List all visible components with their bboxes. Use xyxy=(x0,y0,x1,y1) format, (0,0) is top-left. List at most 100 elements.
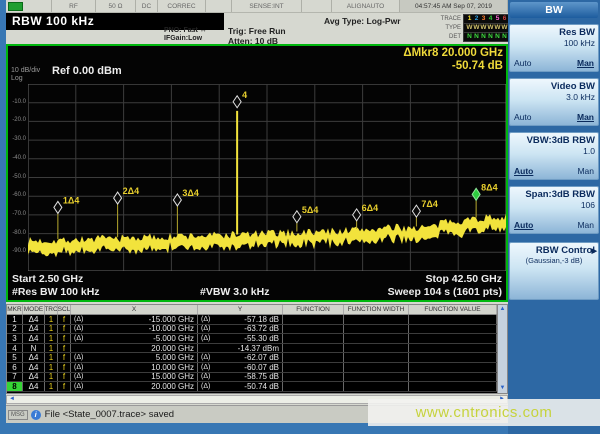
softkey-man-option[interactable]: Man xyxy=(577,58,594,68)
marker-cell: f xyxy=(58,315,71,324)
trace-block-label: TYPE xyxy=(445,24,461,31)
trace-block-label: TRACE xyxy=(440,15,461,22)
marker-y-value: -60.07 dB xyxy=(244,362,279,372)
trace-block-value: W xyxy=(480,23,487,31)
ref-level: Ref 0.00 dBm xyxy=(52,65,122,77)
status-datetime: 04:57:45 AM Sep 07, 2019 xyxy=(400,0,508,12)
vbw-annotation: #VBW 3.0 kHz xyxy=(200,286,270,298)
softkey-span-3db-rbw[interactable]: Span:3dB RBW 106 Auto Man xyxy=(509,186,599,234)
scroll-up-icon[interactable]: ▲ xyxy=(500,305,506,314)
marker-table-row[interactable]: 7 Δ4 1 f (Δ) 15.000 GHz (Δ) -58.75 dB xyxy=(7,372,497,383)
marker-x-value: 20.000 GHz xyxy=(151,343,194,353)
marker-cell xyxy=(409,382,497,391)
softkey-vbw-3db-rbw[interactable]: VBW:3dB RBW 1.0 Auto Man xyxy=(509,132,599,180)
status-segment: DC xyxy=(136,0,158,12)
marker-y-prefix: (Δ) xyxy=(201,325,211,333)
marker-cell xyxy=(409,343,497,353)
svg-text:6Δ4: 6Δ4 xyxy=(362,203,378,213)
softkey-value: 106 xyxy=(580,200,595,210)
trace-block-value: W xyxy=(466,23,473,31)
marker-cell xyxy=(283,353,344,362)
softkey-auto-option[interactable]: Auto xyxy=(514,220,533,230)
trace-block-value: N xyxy=(488,32,493,40)
spectrum-trace-svg: 1Δ4 2Δ4 3Δ4 4 5Δ4 6Δ4 7Δ4 8Δ4 xyxy=(27,83,507,272)
status-segment xyxy=(6,0,52,12)
marker-cell: (Δ) -55.30 dB xyxy=(198,334,283,343)
marker-table-row[interactable]: 2 Δ4 1 f (Δ) -10.000 GHz (Δ) -63.72 dB xyxy=(7,324,497,335)
scroll-left-icon[interactable]: ◄ xyxy=(7,396,17,403)
marker-y-value: -63.72 dB xyxy=(244,324,279,334)
marker-table-row[interactable]: 6 Δ4 1 f (Δ) 10.000 GHz (Δ) -60.07 dB xyxy=(7,362,497,373)
marker-cell: (Δ) -10.000 GHz xyxy=(71,324,198,334)
marker-cell: f xyxy=(58,343,71,353)
marker-cell xyxy=(409,334,497,343)
marker-table-row[interactable]: 5 Δ4 1 f (Δ) 5.000 GHz (Δ) -62.07 dB xyxy=(7,353,497,363)
softkey-man-option[interactable]: Man xyxy=(577,220,594,230)
marker-cell: 1 xyxy=(45,324,58,334)
trace-block-value: 1 xyxy=(467,14,472,22)
trace-block-value: N xyxy=(495,32,500,40)
marker-cell: Δ4 xyxy=(23,382,45,391)
softkey-label: Span:3dB RBW xyxy=(525,189,595,200)
softkey-auto-option[interactable]: Auto xyxy=(514,58,532,68)
softkey-value: 3.0 kHz xyxy=(566,92,595,102)
marker-cell xyxy=(344,334,409,343)
marker-cell: (Δ) -57.18 dB xyxy=(198,315,283,324)
marker-x-value: 15.000 GHz xyxy=(151,372,194,382)
softkey-man-option[interactable]: Man xyxy=(577,112,594,122)
softkey-auto-option[interactable]: Auto xyxy=(514,112,532,122)
softkey-value: 1.0 xyxy=(583,146,595,156)
info-icon: i xyxy=(30,409,41,420)
softkey-res-bw[interactable]: Res BW 100 kHz Auto Man xyxy=(509,24,599,72)
softkey-auto-option[interactable]: Auto xyxy=(514,166,533,176)
marker-cell xyxy=(344,362,409,372)
marker-table: MKR MODE TRC SCL X Y FUNCTION FUNCTION WIDTH FUN… xyxy=(6,304,508,394)
y-axis-label: -30.0 xyxy=(12,136,26,143)
marker-table-row[interactable]: 1 Δ4 1 f (Δ) -15.000 GHz (Δ) -57.18 dB xyxy=(7,315,497,325)
marker-cell: (Δ) -50.74 dB xyxy=(198,382,283,391)
marker-table-row[interactable]: 4 N 1 f 20.000 GHz -14.37 dBm xyxy=(7,343,497,354)
svg-text:5Δ4: 5Δ4 xyxy=(302,205,318,215)
y-axis-label: -50.0 xyxy=(12,173,26,180)
submenu-arrow-icon: ▶ xyxy=(591,248,597,255)
marker-cell: 1 xyxy=(45,353,58,362)
softkey-value: 100 kHz xyxy=(563,38,595,48)
scroll-down-icon[interactable]: ▼ xyxy=(500,384,506,393)
status-segment xyxy=(206,0,232,12)
trace-block-values: NNNNNN xyxy=(463,31,511,42)
softkey-rbw-control[interactable]: RBW Control ▶ (Gaussian,-3 dB) xyxy=(509,242,599,300)
trace-block-value: W xyxy=(487,23,494,31)
marker-table-scrollbar[interactable]: ▲ ▼ xyxy=(497,305,507,393)
marker-cell: 7 xyxy=(7,372,23,382)
marker-cell: (Δ) -60.07 dB xyxy=(198,362,283,372)
status-segment: RF xyxy=(52,0,96,12)
softkey-video-bw[interactable]: Video BW 3.0 kHz Auto Man xyxy=(509,78,599,126)
marker-cell: 8 xyxy=(7,382,23,391)
svg-text:3Δ4: 3Δ4 xyxy=(182,188,198,198)
trace-block-value: 4 xyxy=(488,14,493,22)
marker-cell: 6 xyxy=(7,362,23,372)
marker-cell: 1 xyxy=(45,372,58,382)
softkey-man-option[interactable]: Man xyxy=(577,166,594,176)
trace-block-value: 6 xyxy=(502,14,507,22)
marker-table-column-header: X xyxy=(71,305,198,314)
watermark: www.cntronics.com xyxy=(368,399,600,426)
marker-y-prefix: (Δ) xyxy=(201,382,211,390)
scale-type: Log xyxy=(11,75,23,82)
marker-cell xyxy=(409,372,497,382)
trace-block-value: W xyxy=(473,23,480,31)
measurement-header: RBW 100 kHz PNO: Fast ↔ IFGain:Low Trig:… xyxy=(6,13,511,46)
y-axis-label: -10.0 xyxy=(12,98,26,105)
marker-cell: 3 xyxy=(7,334,23,343)
start-freq: Start 2.50 GHz xyxy=(12,273,84,285)
marker-y-prefix: (Δ) xyxy=(201,363,211,371)
marker-table-row[interactable]: 3 Δ4 1 f (Δ) -5.000 GHz (Δ) -55.30 dB xyxy=(7,334,497,344)
marker-x-prefix: (Δ) xyxy=(74,334,84,342)
trace-block-value: 2 xyxy=(474,14,479,22)
scale-readout: 10 dB/div Log xyxy=(11,67,40,83)
trigger-type: Trig: Free Run xyxy=(228,26,286,36)
pno-readout: PNO: Fast ↔ IFGain:Low xyxy=(164,27,207,43)
marker-y-value: -55.30 dB xyxy=(244,334,279,343)
marker-cell: 4 xyxy=(7,343,23,353)
marker-table-row[interactable]: 8 Δ4 1 f (Δ) 20.000 GHz (Δ) -50.74 dB xyxy=(7,382,497,392)
